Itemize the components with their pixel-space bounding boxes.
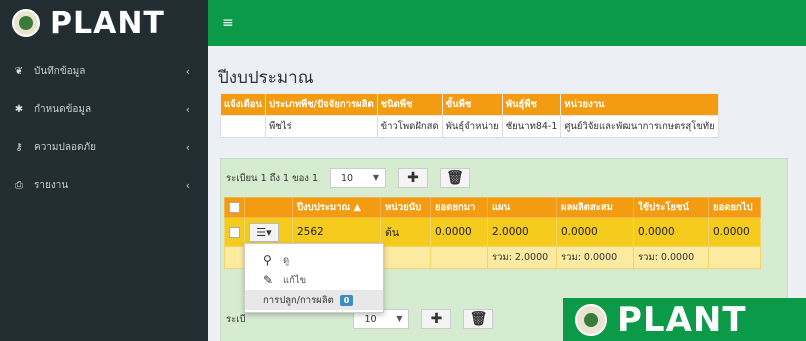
record-count-label-bottom: ระเบี	[226, 313, 246, 325]
brand-watermark: PLANT	[563, 298, 806, 341]
sidebar-item-label: ความปลอดภัย	[34, 141, 96, 153]
edit-menu-item[interactable]: ✎ แก้ไข	[245, 270, 383, 290]
chevron-left-icon: ‹	[185, 64, 190, 78]
brand-header[interactable]: PLANT	[0, 0, 208, 46]
table-cell: พืชไร่	[264, 115, 378, 138]
select-all-checkbox[interactable]	[229, 202, 240, 213]
column-header: พันธุ์พืช	[501, 93, 562, 116]
column-header	[244, 197, 293, 218]
table-cell	[220, 115, 266, 138]
table-cell	[380, 246, 431, 269]
table-cell	[430, 246, 488, 269]
caret-down-icon: ▼	[372, 173, 380, 182]
table-cell: ต้น	[380, 217, 431, 247]
pager-top: ระเบียน 1 ถึง 1 ของ 1 10 ▼ ✚ 🗑	[226, 167, 471, 189]
table-cell: พันธุ์จำหน่าย	[441, 115, 503, 138]
table-cell	[224, 246, 245, 269]
table-cell: 0.0000	[430, 217, 488, 247]
record-count-label: ระเบียน 1 ถึง 1 ของ 1	[226, 172, 319, 184]
delete-button-bottom[interactable]: 🗑	[463, 309, 494, 329]
sum-cell: รวม: 2.0000	[487, 246, 557, 269]
caret-down-icon: ▼	[396, 314, 403, 323]
row-select-cell[interactable]	[224, 217, 245, 247]
table-cell: 0.0000	[708, 217, 761, 247]
column-header[interactable]: ยอดยกไป	[708, 197, 761, 218]
delete-button[interactable]: 🗑	[440, 168, 471, 188]
table-cell	[708, 246, 761, 269]
logo-emblem-icon	[575, 303, 607, 336]
sidebar-item-label: กำหนดข้อมูล	[34, 103, 92, 115]
sum-cell: รวม: 0.0000	[556, 246, 634, 269]
chevron-left-icon: ‹	[185, 178, 190, 192]
logo-emblem-icon	[12, 9, 40, 37]
trash-icon: 🗑	[469, 311, 488, 327]
table-cell: 0.0000	[556, 217, 634, 247]
sidebar-item-security[interactable]: ⚷ ความปลอดภัย ‹	[0, 128, 208, 166]
table-row: พืชไร่ ข้าวโพดฝักสด พันธุ์จำหน่าย ชัยนาท…	[220, 115, 719, 138]
column-header[interactable]: แผน	[487, 197, 557, 218]
column-header-budget-year[interactable]: ปีงบประมาณ ▲	[292, 197, 381, 218]
page-title: ปีงบประมาณ	[218, 68, 314, 88]
table-cell: ข้าวโพดฝักสด	[376, 115, 443, 138]
select-all-header[interactable]	[224, 197, 245, 218]
row-checkbox[interactable]	[229, 226, 240, 238]
gear-icon: ✱	[14, 103, 24, 115]
count-badge: 0	[339, 294, 354, 306]
table-cell: ศูนย์วิจัยและพัฒนาการเกษตรสุโขทัย	[560, 115, 719, 138]
print-icon: ⎙	[15, 179, 23, 191]
hamburger-menu-icon[interactable]: ≡	[222, 15, 234, 31]
sum-cell: รวม: 0.0000	[633, 246, 709, 269]
sidebar-item-label: รายงาน	[34, 179, 69, 191]
column-header: ชนิดพืช	[376, 93, 443, 116]
menu-item-label: ดู	[283, 254, 290, 266]
brand-name: PLANT	[617, 299, 747, 340]
planting-production-menu-item[interactable]: การปลูก/การผลิต 0	[245, 290, 383, 310]
top-navbar: ≡	[208, 0, 806, 46]
chevron-left-icon: ‹	[185, 140, 190, 154]
table-cell: 0.0000	[633, 217, 709, 247]
column-header[interactable]: หน่วยนับ	[380, 197, 431, 218]
brand-name: PLANT	[50, 5, 165, 41]
add-button-bottom[interactable]: ✚	[421, 309, 452, 329]
sidebar-item-record-data[interactable]: ❦ บันทึกข้อมูล ‹	[0, 52, 208, 90]
sidebar: ❦ บันทึกข้อมูล ‹ ✱ กำหนดข้อมูล ‹ ⚷ ความป…	[0, 46, 208, 341]
menu-item-label: การปลูก/การผลิต	[263, 294, 334, 306]
pencil-icon: ✎	[263, 273, 274, 287]
chevron-left-icon: ‹	[185, 102, 190, 116]
column-header: ขั้นพืช	[441, 93, 503, 116]
sidebar-item-settings[interactable]: ✱ กำหนดข้อมูล ‹	[0, 90, 208, 128]
view-menu-item[interactable]: ⚲ ดู	[245, 250, 383, 270]
seedling-icon: ❦	[14, 65, 24, 77]
column-header: แจ้งเตือน	[220, 93, 266, 116]
key-icon: ⚷	[15, 141, 23, 153]
column-header: หน่วยงาน	[560, 93, 719, 116]
menu-item-label: แก้ไข	[283, 274, 307, 286]
column-header[interactable]: ผลผลิตสะสม	[556, 197, 634, 218]
sidebar-item-label: บันทึกข้อมูล	[34, 65, 86, 77]
sidebar-item-reports[interactable]: ⎙ รายงาน ‹	[0, 166, 208, 204]
column-header: ประเภทพืช/ปัจจัยการผลิต	[264, 93, 378, 116]
row-action-menu-button[interactable]: ☰▾	[249, 222, 279, 242]
column-header[interactable]: ยอดยกมา	[430, 197, 488, 218]
add-button[interactable]: ✚	[398, 168, 429, 188]
search-icon: ⚲	[263, 253, 272, 267]
page-size-value: 10	[364, 313, 377, 325]
page-size-value: 10	[341, 172, 354, 184]
page-size-select[interactable]: 10 ▼	[330, 168, 387, 188]
row-action-dropdown: ⚲ ดู ✎ แก้ไข การปลูก/การผลิต 0	[244, 243, 384, 313]
column-header[interactable]: ใช้ประโยชน์	[633, 197, 709, 218]
table-cell: ชัยนาท84-1	[501, 115, 562, 138]
crop-info-table: แจ้งเตือน ประเภทพืช/ปัจจัยการผลิต ชนิดพื…	[220, 93, 719, 138]
trash-icon: 🗑	[446, 170, 464, 186]
table-cell: 2.0000	[487, 217, 557, 247]
